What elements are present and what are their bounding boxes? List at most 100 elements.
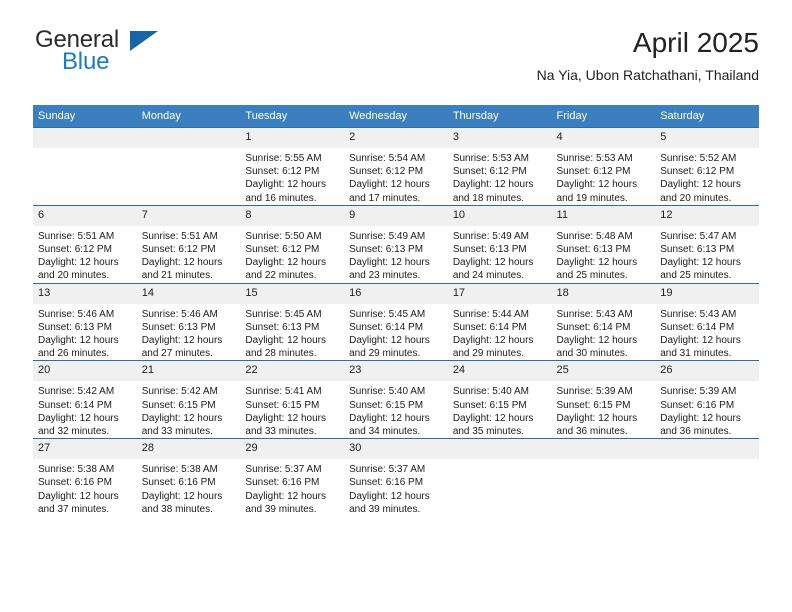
calendar-day-cell[interactable]: 16 Sunrise: 5:45 AM Sunset: 6:14 PM Dayligh… <box>344 282 448 361</box>
day-details: Sunrise: 5:49 AM Sunset: 6:13 PM Daylight:… <box>344 226 448 283</box>
day-detail-line: Sunset: 6:14 PM <box>349 321 424 333</box>
calendar-empty-cell <box>551 438 656 517</box>
day-details: Sunrise: 5:40 AM Sunset: 6:15 PM Daylight:… <box>344 381 448 438</box>
day-detail-line: Sunrise: 5:51 AM <box>38 230 115 242</box>
calendar-day-cell[interactable]: 27 Sunrise: 5:38 AM Sunset: 6:16 PM Dayligh… <box>33 438 137 517</box>
day-detail-line: Sunset: 6:13 PM <box>245 321 320 333</box>
calendar-day-cell[interactable]: 13 Sunrise: 5:46 AM Sunset: 6:13 PM Dayligh… <box>33 282 137 361</box>
calendar-day-cell[interactable]: 17 Sunrise: 5:44 AM Sunset: 6:14 PM Dayligh… <box>447 282 552 361</box>
day-detail-line: Daylight: 12 hours <box>141 412 223 424</box>
day-details: Sunrise: 5:51 AM Sunset: 6:12 PM Daylight:… <box>33 226 137 283</box>
calendar-day-cell[interactable]: 5 Sunrise: 5:52 AM Sunset: 6:12 PM Daylight… <box>655 127 759 206</box>
day-detail-line: and 25 minutes. <box>660 270 732 282</box>
day-details: Sunrise: 5:43 AM Sunset: 6:14 PM Daylight:… <box>655 304 759 361</box>
calendar-day-cell[interactable]: 15 Sunrise: 5:45 AM Sunset: 6:13 PM Dayligh… <box>240 282 345 361</box>
day-detail-line: Sunrise: 5:49 AM <box>452 230 529 242</box>
day-number: 27 <box>33 439 137 460</box>
day-details: Sunrise: 5:48 AM Sunset: 6:13 PM Daylight:… <box>552 226 656 283</box>
day-detail-line: and 32 minutes. <box>38 426 110 438</box>
calendar-day-cell[interactable]: 30 Sunrise: 5:37 AM Sunset: 6:16 PM Dayligh… <box>344 438 448 517</box>
calendar-day-cell[interactable]: 9 Sunrise: 5:49 AM Sunset: 6:13 PM Daylight… <box>344 204 448 284</box>
day-detail-line: and 39 minutes. <box>349 503 421 515</box>
day-detail-line: Sunset: 6:13 PM <box>556 244 631 256</box>
page-subtitle: Na Yia, Ubon Ratchathani, Thailand <box>536 67 759 83</box>
day-detail-line: Sunset: 6:15 PM <box>452 399 527 411</box>
day-detail-line: Sunrise: 5:55 AM <box>245 153 322 164</box>
calendar-day-cell[interactable]: 6 Sunrise: 5:51 AM Sunset: 6:12 PM Daylight… <box>33 204 137 284</box>
calendar-day-cell[interactable]: 2 Sunrise: 5:54 AM Sunset: 6:12 PM Daylight… <box>344 127 448 206</box>
day-number: 30 <box>344 439 448 460</box>
day-details: Sunrise: 5:46 AM Sunset: 6:13 PM Daylight:… <box>137 304 241 361</box>
day-number: 17 <box>447 283 552 304</box>
day-number: 11 <box>551 205 656 226</box>
day-detail-line: Daylight: 12 hours <box>660 179 741 191</box>
calendar-page: General Blue April 2025 Na Yia, Ubon Rat… <box>0 0 792 612</box>
calendar-day-cell[interactable]: 11 Sunrise: 5:48 AM Sunset: 6:13 PM Dayligh… <box>551 204 656 284</box>
day-number: 7 <box>136 205 241 226</box>
calendar-day-cell[interactable]: 18 Sunrise: 5:43 AM Sunset: 6:14 PM Dayligh… <box>551 282 656 361</box>
calendar-day-cell[interactable]: 24 Sunrise: 5:40 AM Sunset: 6:15 PM Dayligh… <box>447 360 552 439</box>
day-detail-line: and 33 minutes. <box>141 426 213 438</box>
generalblue-logo[interactable]: General Blue <box>33 26 233 86</box>
day-detail-line: Sunrise: 5:52 AM <box>660 153 737 164</box>
day-details: Sunrise: 5:47 AM Sunset: 6:13 PM Daylight:… <box>655 226 759 283</box>
day-detail-line: and 29 minutes. <box>452 348 524 360</box>
day-detail-line: Sunset: 6:12 PM <box>660 166 735 178</box>
day-detail-line: and 34 minutes. <box>349 426 421 438</box>
calendar-day-cell[interactable]: 3 Sunrise: 5:53 AM Sunset: 6:12 PM Daylight… <box>447 127 552 206</box>
day-detail-line: Sunrise: 5:43 AM <box>660 308 737 320</box>
day-detail-line: and 39 minutes. <box>245 503 317 515</box>
day-detail-line: Sunrise: 5:47 AM <box>660 230 737 242</box>
day-detail-line: Sunrise: 5:45 AM <box>245 308 322 320</box>
calendar-day-cell[interactable]: 28 Sunrise: 5:38 AM Sunset: 6:16 PM Dayligh… <box>136 438 241 517</box>
day-detail-line: and 28 minutes. <box>245 348 317 360</box>
calendar-day-cell[interactable]: 4 Sunrise: 5:53 AM Sunset: 6:12 PM Daylight… <box>551 127 656 206</box>
calendar-day-cell[interactable]: 29 Sunrise: 5:37 AM Sunset: 6:16 PM Dayligh… <box>240 438 345 517</box>
day-detail-line: Sunrise: 5:53 AM <box>452 153 529 164</box>
day-number: 25 <box>551 361 656 382</box>
calendar-day-cell[interactable]: 21 Sunrise: 5:42 AM Sunset: 6:15 PM Dayligh… <box>136 360 241 439</box>
calendar-day-cell[interactable]: 14 Sunrise: 5:46 AM Sunset: 6:13 PM Dayligh… <box>136 282 241 361</box>
day-details: Sunrise: 5:42 AM Sunset: 6:14 PM Daylight:… <box>33 381 137 438</box>
day-number: 14 <box>136 283 241 304</box>
day-detail-line: and 36 minutes. <box>556 426 628 438</box>
day-detail-line: Sunset: 6:12 PM <box>141 244 216 256</box>
calendar-day-cell[interactable]: 12 Sunrise: 5:47 AM Sunset: 6:13 PM Dayligh… <box>655 204 759 284</box>
day-detail-line: Daylight: 12 hours <box>38 490 119 502</box>
logo-text-blue: Blue <box>62 48 110 75</box>
day-number: 22 <box>240 361 345 382</box>
calendar-day-cell[interactable]: 25 Sunrise: 5:39 AM Sunset: 6:15 PM Dayligh… <box>551 360 656 439</box>
calendar-grid: Sunday Monday Tuesday Wednesday Thursday… <box>33 105 759 517</box>
day-details: Sunrise: 5:49 AM Sunset: 6:13 PM Daylight:… <box>448 226 552 283</box>
calendar-day-cell[interactable]: 19 Sunrise: 5:43 AM Sunset: 6:14 PM Dayligh… <box>655 282 759 361</box>
day-detail-line: Sunrise: 5:51 AM <box>141 230 218 242</box>
day-detail-line: Sunset: 6:12 PM <box>556 166 631 178</box>
day-number: 3 <box>447 128 552 148</box>
day-detail-line: and 29 minutes. <box>349 348 421 360</box>
calendar-day-cell[interactable]: 22 Sunrise: 5:41 AM Sunset: 6:15 PM Dayligh… <box>240 360 345 439</box>
day-detail-line: Sunset: 6:16 PM <box>141 477 216 489</box>
day-detail-line: Sunset: 6:13 PM <box>452 244 527 256</box>
day-number: 5 <box>655 128 759 148</box>
day-number: 23 <box>344 361 448 382</box>
day-details: Sunrise: 5:37 AM Sunset: 6:16 PM Daylight:… <box>240 459 344 516</box>
day-details: Sunrise: 5:52 AM Sunset: 6:12 PM Daylight:… <box>655 148 759 205</box>
day-detail-line: Daylight: 12 hours <box>452 257 534 269</box>
day-detail-line: Sunset: 6:16 PM <box>245 477 320 489</box>
weekday-header-thursday: Thursday <box>447 105 552 128</box>
day-detail-line: Sunrise: 5:39 AM <box>556 386 633 398</box>
calendar-day-cell[interactable]: 8 Sunrise: 5:50 AM Sunset: 6:12 PM Daylight… <box>240 204 345 284</box>
calendar-day-cell[interactable]: 10 Sunrise: 5:49 AM Sunset: 6:13 PM Dayligh… <box>447 204 552 284</box>
day-details: Sunrise: 5:51 AM Sunset: 6:12 PM Daylight:… <box>137 226 241 283</box>
calendar-day-cell[interactable]: 20 Sunrise: 5:42 AM Sunset: 6:14 PM Dayligh… <box>33 360 137 439</box>
calendar-empty-cell <box>136 127 241 206</box>
day-details: Sunrise: 5:45 AM Sunset: 6:14 PM Daylight:… <box>344 304 448 361</box>
day-details: Sunrise: 5:43 AM Sunset: 6:14 PM Daylight:… <box>552 304 656 361</box>
calendar-day-cell[interactable]: 7 Sunrise: 5:51 AM Sunset: 6:12 PM Daylight… <box>136 204 241 284</box>
calendar-day-cell[interactable]: 1 Sunrise: 5:55 AM Sunset: 6:12 PM Daylight… <box>240 127 345 206</box>
day-detail-line: Daylight: 12 hours <box>349 257 430 269</box>
day-detail-line: Daylight: 12 hours <box>141 490 223 502</box>
calendar-day-cell[interactable]: 23 Sunrise: 5:40 AM Sunset: 6:15 PM Dayligh… <box>344 360 448 439</box>
day-details: Sunrise: 5:39 AM Sunset: 6:15 PM Daylight:… <box>552 381 656 438</box>
calendar-day-cell[interactable]: 26 Sunrise: 5:39 AM Sunset: 6:16 PM Dayligh… <box>655 360 759 439</box>
